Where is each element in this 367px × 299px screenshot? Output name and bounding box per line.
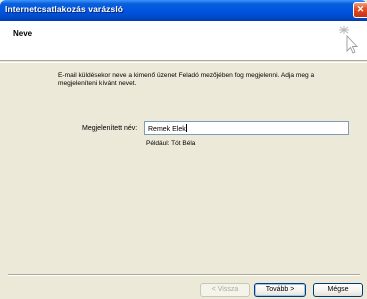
cancel-button[interactable]: Mégse <box>313 283 363 297</box>
example-hint: Például: Tót Béla <box>146 140 196 147</box>
wizard-header: Neve <box>0 21 367 61</box>
display-name-value: Remek Elek <box>148 126 186 133</box>
display-name-label: Megjelenített név: <box>82 125 138 132</box>
display-name-input[interactable]: Remek Elek <box>144 121 349 135</box>
back-button[interactable]: < Vissza <box>200 283 250 297</box>
window-title: Internetcsatlakozás varázsló <box>5 4 124 14</box>
cursor-sparkle-icon <box>337 25 361 60</box>
close-button[interactable]: ✕ <box>353 2 367 18</box>
footer-divider <box>8 274 360 276</box>
text-caret <box>185 124 187 132</box>
next-button[interactable]: Tovább > <box>254 283 306 297</box>
page-title: Neve <box>13 29 33 38</box>
description-text: E-mail küldésekor neve a kimenő üzenet F… <box>58 72 315 87</box>
title-bar[interactable]: Internetcsatlakozás varázsló ✕ <box>0 0 367 21</box>
header-divider <box>0 62 367 63</box>
